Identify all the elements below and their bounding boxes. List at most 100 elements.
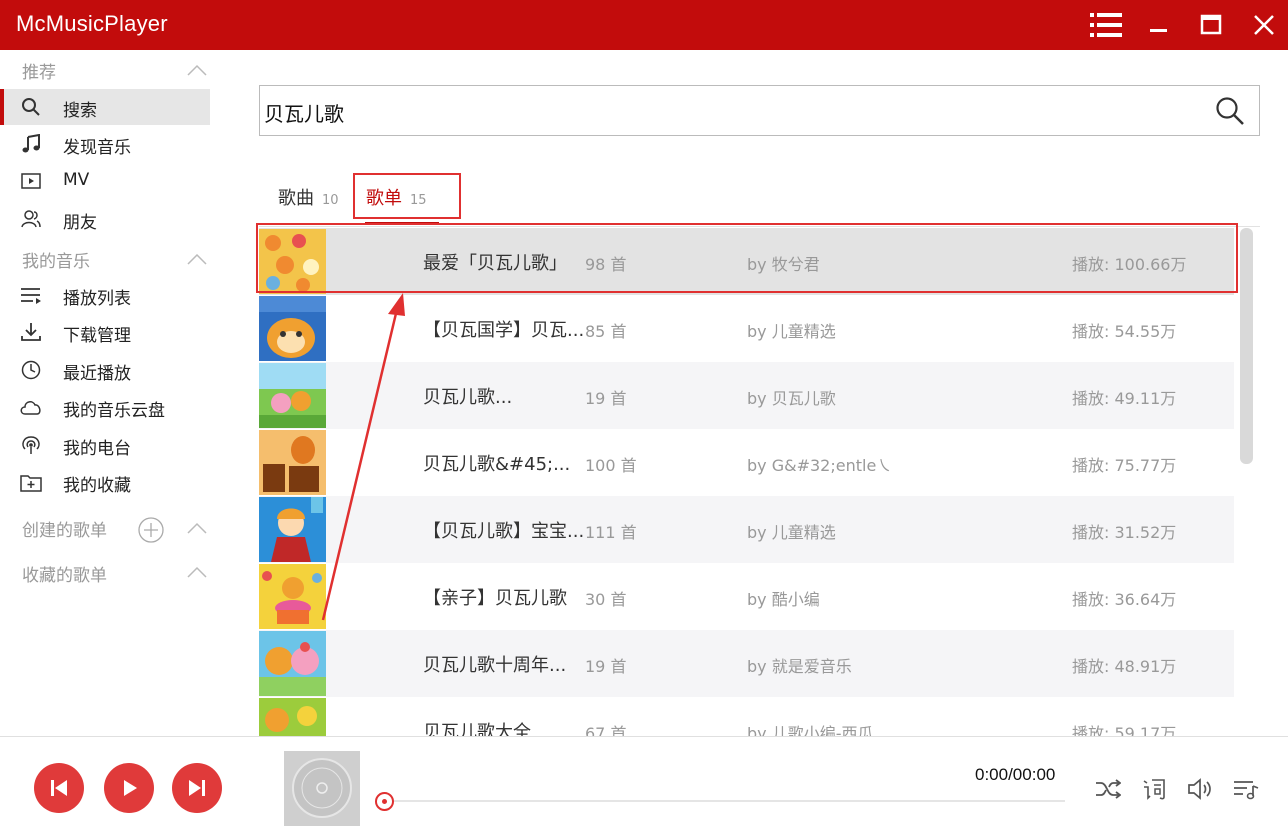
sidebar-item-cloud[interactable]: 我的音乐云盘	[0, 389, 210, 425]
playlist-name[interactable]: 最爱「贝瓦儿歌」	[423, 249, 567, 275]
next-button[interactable]	[172, 763, 222, 813]
playlist-cover[interactable]	[259, 363, 326, 428]
sidebar-item-search[interactable]: 搜索	[0, 89, 210, 125]
sidebar-item-download[interactable]: 下载管理	[0, 314, 210, 350]
list-item[interactable]: 【贝瓦儿歌】宝宝... 111 首 by 儿童精选 播放: 31.52万	[259, 496, 1234, 563]
close-icon[interactable]	[1246, 8, 1282, 42]
download-icon	[20, 322, 42, 342]
playlist-cover[interactable]	[259, 229, 326, 294]
music-note-icon	[20, 134, 42, 154]
search-icon[interactable]	[1215, 96, 1245, 126]
playlist-author[interactable]: by 牧兮君	[747, 251, 820, 275]
playlist-author[interactable]: by 就是爱音乐	[747, 653, 852, 677]
sidebar-item-recent[interactable]: 最近播放	[0, 352, 210, 388]
playlist-cover[interactable]	[259, 698, 326, 736]
list-item[interactable]: 【亲子】贝瓦儿歌 30 首 by 酷小编 播放: 36.64万	[259, 563, 1234, 630]
clock-icon	[20, 360, 42, 380]
search-input[interactable]: 贝瓦儿歌	[259, 85, 1260, 136]
list-item[interactable]: 贝瓦儿歌... 19 首 by 贝瓦儿歌 播放: 49.11万	[259, 362, 1234, 429]
minimize-icon[interactable]	[1141, 8, 1177, 42]
list-item[interactable]: 最爱「贝瓦儿歌」 98 首 by 牧兮君 播放: 100.66万	[259, 228, 1234, 295]
shuffle-icon[interactable]	[1094, 775, 1122, 803]
playlist-name[interactable]: 贝瓦儿歌大全	[423, 718, 531, 736]
playlist-count: 85 首	[585, 322, 627, 341]
tab-count: 10	[322, 193, 339, 208]
sidebar-item-collection[interactable]: 我的收藏	[0, 464, 210, 500]
sidebar-item-radio[interactable]: 我的电台	[0, 427, 210, 463]
chevron-up-icon[interactable]	[186, 521, 208, 535]
playlist-plays: 播放: 100.66万	[1072, 255, 1187, 274]
playlist-icon	[20, 285, 42, 305]
chevron-up-icon[interactable]	[186, 63, 208, 77]
playlist-cover[interactable]	[259, 430, 326, 495]
sidebar-item-friends[interactable]: 朋友	[0, 201, 210, 237]
playlist-name[interactable]: 【贝瓦儿歌】宝宝...	[423, 517, 584, 543]
playlist-author[interactable]: by 儿歌小编-西瓜	[747, 720, 874, 736]
tab-songs[interactable]: 歌曲 10	[278, 184, 339, 210]
playlist-count: 100 首	[585, 456, 637, 475]
player-bar: 0:00/00:00	[0, 736, 1288, 836]
sidebar-item-discover[interactable]: 发现音乐	[0, 126, 210, 162]
add-playlist-icon[interactable]	[138, 517, 164, 543]
playlist-plays: 播放: 31.52万	[1072, 523, 1177, 542]
playlist-cover[interactable]	[259, 296, 326, 361]
list-item[interactable]: 【贝瓦国学】贝瓦... 85 首 by 儿童精选 播放: 54.55万	[259, 295, 1234, 362]
radio-icon	[20, 435, 42, 455]
playback-time: 0:00/00:00	[975, 765, 1056, 784]
list-scrollbar[interactable]	[1240, 228, 1253, 464]
sidebar-item-label: 最近播放	[63, 364, 131, 384]
playlist-name[interactable]: 贝瓦儿歌十周年...	[423, 651, 566, 677]
volume-icon[interactable]	[1186, 775, 1214, 803]
playlist-author[interactable]: by G&#32;entle㇏	[747, 452, 892, 476]
cloud-icon	[20, 397, 42, 417]
app-title: McMusicPlayer	[16, 11, 168, 36]
sidebar-item-label: 搜索	[63, 101, 97, 121]
skip-next-icon	[189, 780, 205, 796]
skip-previous-icon	[51, 780, 67, 796]
sidebar-section-collected: 收藏的歌单	[22, 566, 107, 586]
sidebar-item-mv[interactable]: MV	[0, 163, 210, 199]
lyrics-icon[interactable]	[1140, 775, 1168, 803]
previous-button[interactable]	[34, 763, 84, 813]
tab-divider	[259, 226, 1260, 227]
list-item[interactable]: 贝瓦儿歌大全 67 首 by 儿歌小编-西瓜 播放: 59.17万	[259, 697, 1234, 736]
collection-icon	[20, 472, 42, 492]
play-button[interactable]	[104, 763, 154, 813]
sidebar-item-playlist[interactable]: 播放列表	[0, 277, 210, 313]
playlist-cover[interactable]	[259, 631, 326, 696]
list-item[interactable]: 贝瓦儿歌&#45;... 100 首 by G&#32;entle㇏ 播放: 7…	[259, 429, 1234, 496]
playlist-name[interactable]: 贝瓦儿歌...	[423, 383, 512, 409]
playlist-name[interactable]: 【贝瓦国学】贝瓦...	[423, 316, 584, 342]
progress-knob[interactable]	[375, 792, 394, 811]
sidebar: 推荐 搜索 发现音乐 MV 朋友 我的音乐 播放列表 下载管理 最近播放 我的音…	[0, 50, 210, 736]
play-icon	[124, 780, 137, 796]
playlist-name[interactable]: 【亲子】贝瓦儿歌	[423, 584, 567, 610]
playlist-name[interactable]: 贝瓦儿歌&#45;...	[423, 450, 570, 476]
playlist-cover[interactable]	[259, 497, 326, 562]
chevron-up-icon[interactable]	[186, 565, 208, 579]
play-queue-icon[interactable]	[1232, 775, 1260, 803]
list-item[interactable]: 贝瓦儿歌十周年... 19 首 by 就是爱音乐 播放: 48.91万	[259, 630, 1234, 697]
maximize-icon[interactable]	[1193, 8, 1229, 42]
playlist-plays: 播放: 49.11万	[1072, 389, 1177, 408]
title-bar: McMusicPlayer	[0, 0, 1288, 50]
playlist-count: 30 首	[585, 590, 627, 609]
progress-bar[interactable]	[385, 800, 1065, 802]
active-tab-indicator	[365, 222, 439, 225]
tab-label: 歌曲	[278, 188, 314, 209]
playlist-author[interactable]: by 酷小编	[747, 586, 820, 610]
sidebar-section-my-music: 我的音乐	[22, 252, 90, 272]
disc-icon	[292, 758, 352, 818]
tab-highlight-box	[353, 173, 461, 219]
menu-icon[interactable]	[1088, 8, 1124, 42]
sidebar-item-label: 朋友	[63, 213, 97, 233]
playlist-plays: 播放: 75.77万	[1072, 456, 1177, 475]
playlist-author[interactable]: by 儿童精选	[747, 318, 836, 342]
playlist-author[interactable]: by 贝瓦儿歌	[747, 385, 836, 409]
playlist-count: 19 首	[585, 389, 627, 408]
sidebar-item-label: 我的收藏	[63, 476, 131, 496]
playlist-cover[interactable]	[259, 564, 326, 629]
chevron-up-icon[interactable]	[186, 252, 208, 266]
playlist-author[interactable]: by 儿童精选	[747, 519, 836, 543]
album-art[interactable]	[284, 751, 360, 826]
